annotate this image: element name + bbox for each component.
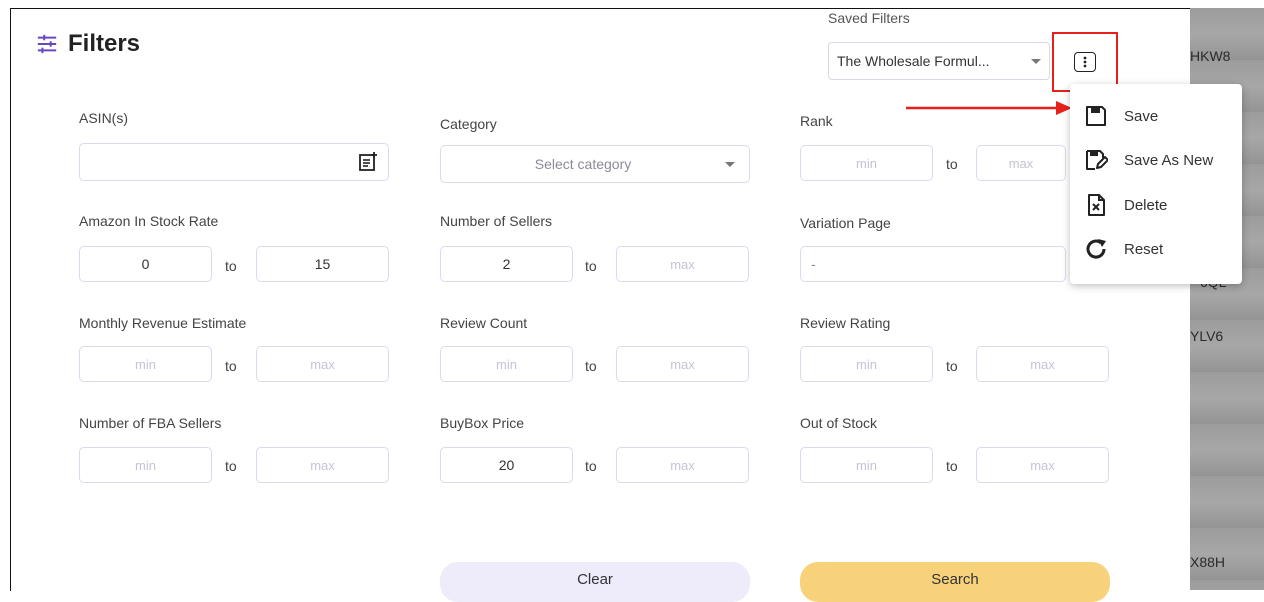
fba-sellers-max-input[interactable]: max [256,447,389,483]
monthly-revenue-label: Monthly Revenue Estimate [79,315,247,331]
review-count-min-input[interactable]: min [440,346,573,382]
buybox-price-label: BuyBox Price [440,415,525,431]
category-select[interactable]: Select category [440,145,750,183]
search-button-label: Search [931,570,979,588]
category-label: Category [440,116,497,132]
save-as-new-icon [1086,150,1108,170]
page-title: Filters [36,30,140,58]
to-label: to [585,358,597,374]
to-label: to [585,258,597,274]
menu-item-label: Save As New [1124,151,1214,169]
menu-item-save-as-new[interactable]: Save As New [1084,148,1213,172]
variation-page-select[interactable]: - [800,246,1066,282]
monthly-revenue-min-input[interactable]: min [79,346,212,382]
out-of-stock-min-input[interactable]: min [800,447,933,483]
to-label: to [225,358,237,374]
to-label: to [585,458,597,474]
in-stock-rate-min-input[interactable]: 0 [79,246,212,282]
rank-max-input[interactable]: max [976,145,1066,181]
out-of-stock-label: Out of Stock [800,415,878,431]
fba-sellers-min-input[interactable]: min [79,447,212,483]
num-sellers-min-input[interactable]: 2 [440,246,573,282]
red-arrow-annotation [906,101,1072,115]
asin-label: ASIN(s) [79,110,128,126]
background-code: HKW8 [1190,48,1231,64]
menu-item-label: Delete [1124,196,1168,214]
menu-item-delete[interactable]: Delete [1084,193,1167,217]
saved-filters-value: The Wholesale Formul... [837,53,990,69]
background-code: YLV6 [1190,328,1224,344]
review-rating-min-input[interactable]: min [800,346,933,382]
buybox-price-min-input[interactable]: 20 [440,447,573,483]
search-button[interactable]: Search [800,562,1110,602]
paste-list-icon[interactable] [358,152,378,172]
background-code: X88H [1190,554,1226,570]
saved-filter-options-menu: Save Save As New Delete Reset [1070,84,1242,284]
filters-title: Filters [68,30,141,57]
review-count-max-input[interactable]: max [616,346,749,382]
num-sellers-max-input[interactable]: max [616,246,749,282]
out-of-stock-max-input[interactable]: max [976,447,1109,483]
kebab-icon [1083,56,1087,68]
clear-button[interactable]: Clear [440,562,750,602]
rank-label: Rank [800,113,833,129]
delete-file-icon [1088,194,1105,216]
to-label: to [946,358,958,374]
saved-filters-select[interactable]: The Wholesale Formul... [828,42,1050,80]
category-placeholder: Select category [534,156,632,172]
saved-filters-label: Saved Filters [828,10,910,26]
buybox-price-max-input[interactable]: max [616,447,749,483]
asin-input[interactable] [79,143,389,181]
to-label: to [225,258,237,274]
chevron-down-icon [725,161,735,167]
rank-min-input[interactable]: min [800,145,933,181]
to-label: to [946,156,958,172]
to-label: to [225,458,237,474]
save-icon [1086,106,1106,126]
fba-sellers-label: Number of FBA Sellers [79,415,222,431]
menu-item-reset[interactable]: Reset [1084,237,1163,261]
review-rating-max-input[interactable]: max [976,346,1109,382]
in-stock-rate-max-input[interactable]: 15 [256,246,389,282]
menu-item-label: Reset [1124,240,1164,258]
review-count-label: Review Count [440,315,528,331]
clear-button-label: Clear [577,570,613,588]
monthly-revenue-max-input[interactable]: max [256,346,389,382]
menu-item-save[interactable]: Save [1084,104,1158,128]
menu-item-label: Save [1124,107,1159,125]
sliders-icon [37,34,57,54]
more-options-button[interactable] [1074,52,1096,72]
num-sellers-label: Number of Sellers [440,213,553,229]
in-stock-rate-label: Amazon In Stock Rate [79,213,219,229]
variation-page-label: Variation Page [800,215,891,231]
review-rating-label: Review Rating [800,315,891,331]
chevron-down-icon [1031,58,1041,64]
reset-icon [1086,239,1106,259]
to-label: to [946,458,958,474]
